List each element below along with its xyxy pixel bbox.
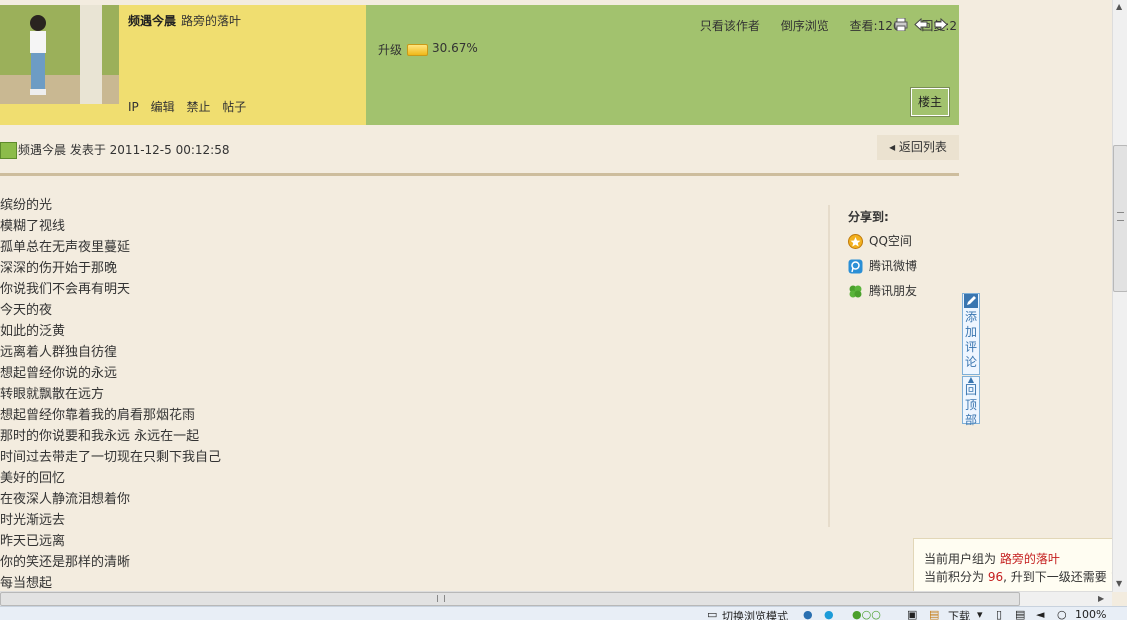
add-comment-button[interactable]: 添 加 评 论 (962, 293, 980, 375)
ban-link[interactable]: 禁止 (186, 100, 210, 114)
share-pengyou-label: 腾讯朋友 (869, 284, 918, 298)
download-icon[interactable]: ▤ (929, 608, 939, 620)
poem-line: 在夜深人静流泪想着你 (0, 492, 131, 507)
user-points-line: 当前积分为 96, 升到下一级还需要 1 (924, 568, 1115, 585)
back-to-top-char: 回 (964, 383, 977, 397)
poem-line: 想起曾经你靠着我的肩看那烟花雨 (0, 408, 196, 423)
poem-line: 缤纷的光 (0, 198, 53, 213)
share-qzone-link[interactable]: QQ空间 (848, 232, 912, 250)
poem-line: 如此的泛黄 (0, 324, 66, 339)
author-only-link[interactable]: 只看该作者 (700, 19, 760, 33)
add-comment-char: 添 (964, 310, 977, 324)
panel-icon[interactable]: ▤ (1015, 608, 1025, 620)
post-usergroup: 路旁的落叶 (181, 14, 242, 28)
poem-line: 时间过去带走了一切现在只剩下我自己 (0, 450, 222, 465)
chevron-down-icon[interactable]: ▾ (977, 608, 983, 620)
next-post-icon[interactable] (934, 17, 948, 32)
grip-icon (1117, 212, 1124, 221)
back-to-list-label: 返回列表 (898, 140, 947, 154)
zoom-icon[interactable]: ○ (1057, 608, 1067, 620)
user-group-prefix: 当前用户组为 (924, 552, 997, 566)
ie-icon[interactable]: ● (824, 608, 834, 620)
share-pengyou-link[interactable]: 腾讯朋友 (848, 282, 917, 300)
upgrade-label: 升级 (378, 43, 403, 57)
horizontal-scroll-thumb[interactable] (0, 592, 1020, 606)
back-to-list-button[interactable]: ◂ 返回列表 (877, 135, 959, 160)
admin-links: IP 编辑 禁止 帖子 (128, 98, 254, 115)
user-points-suffix: , 升到下一级还需要 1 (1003, 570, 1115, 584)
avatar-photo-icon (0, 5, 119, 104)
vertical-scrollbar[interactable]: ▲ ▼ (1112, 0, 1127, 592)
add-comment-char: 加 (964, 325, 977, 339)
poem-line: 时光渐远去 (0, 513, 66, 528)
add-comment-char: 评 (964, 340, 977, 354)
pencil-icon (963, 294, 979, 310)
posts-link[interactable]: 帖子 (222, 100, 246, 114)
poem-line: 那时的你说要和我永远 永远在一起 (0, 429, 200, 444)
globe-icon[interactable]: ● (803, 608, 813, 620)
poem-line: 转眼就飘散在远方 (0, 387, 105, 402)
author-icon (0, 142, 17, 159)
browser-status-bar: ▭ 切换浏览模式 ● ● ●○○ ▣ ▤ 下载 ▾ ▯ ▤ ◄ ○ 100% (0, 606, 1127, 620)
share-weibo-link[interactable]: 腾讯微博 (848, 257, 917, 275)
author-line: 频遇今晨 发表于 2011-12-5 00:12:58 (18, 141, 229, 158)
pengyou-icon (848, 284, 863, 299)
window-icon[interactable]: ▣ (907, 608, 917, 620)
poem-line: 想起曾经你说的永远 (0, 366, 118, 381)
user-points-prefix: 当前积分为 (924, 570, 985, 584)
post-body: 缤纷的光 模糊了视线 孤单总在无声夜里蔓延 深深的伤开始于那晚 你说我们不会再有… (0, 195, 800, 594)
toggle-icon[interactable]: ●○○ (852, 608, 881, 620)
sound-icon[interactable]: ◄ (1036, 608, 1044, 620)
grip-icon (437, 595, 445, 602)
share-weibo-label: 腾讯微博 (869, 259, 918, 273)
zoom-level[interactable]: 100% (1075, 608, 1106, 620)
poem-line: 昨天已远离 (0, 534, 66, 549)
poem-line: 远离着人群独自彷徨 (0, 345, 118, 360)
author-name[interactable]: 频遇今晨 (18, 143, 66, 157)
poem-line: 美好的回忆 (0, 471, 66, 486)
poem-line: 你说我们不会再有明天 (0, 282, 131, 297)
user-points-value: 96 (987, 570, 1004, 584)
view-mode-icon[interactable]: ▭ (707, 608, 717, 620)
add-comment-char: 论 (964, 355, 977, 369)
share-separator (828, 205, 830, 527)
avatar[interactable] (0, 5, 119, 104)
floor-badge: 楼主 (910, 87, 950, 117)
ip-link[interactable]: IP (128, 100, 139, 114)
upgrade-progress-bar (407, 44, 428, 56)
prev-post-icon[interactable] (914, 17, 928, 32)
scroll-down-icon[interactable]: ▼ (1116, 579, 1122, 588)
reverse-order-link[interactable]: 倒序浏览 (781, 19, 829, 33)
user-level-popup: 当前用户组为 路旁的落叶 当前积分为 96, 升到下一级还需要 1 (913, 538, 1115, 592)
switch-mode-label[interactable]: 切换浏览模式 (722, 608, 788, 620)
user-group-line: 当前用户组为 路旁的落叶 (924, 550, 1060, 567)
back-to-top-char: 部 (964, 413, 977, 427)
content-divider (0, 173, 959, 176)
views-count: 查看:126 (849, 19, 901, 33)
print-icon[interactable] (894, 17, 908, 32)
tencent-weibo-icon (848, 259, 863, 274)
post-username[interactable]: 频遇今晨 (128, 12, 176, 29)
download-label[interactable]: 下载 (948, 608, 970, 620)
poem-line: 孤单总在无声夜里蔓延 (0, 240, 131, 255)
scroll-right-icon[interactable]: ▶ (1098, 594, 1104, 603)
upgrade-percent: 30.67% (432, 41, 478, 55)
page-icon[interactable]: ▯ (996, 608, 1002, 620)
share-qzone-label: QQ空间 (869, 234, 912, 248)
poem-line: 深深的伤开始于那晚 (0, 261, 118, 276)
caret-left-icon: ◂ (889, 140, 896, 154)
scroll-up-icon[interactable]: ▲ (1116, 2, 1122, 11)
poem-line: 模糊了视线 (0, 219, 66, 234)
qzone-icon (848, 234, 863, 249)
vertical-scroll-thumb[interactable] (1113, 145, 1127, 292)
back-to-top-button[interactable]: ▲ 回 顶 部 (962, 376, 980, 427)
poem-line: 你的笑还是那样的清晰 (0, 555, 131, 570)
back-to-top-char: 顶 (964, 398, 977, 412)
share-title: 分享到: (848, 210, 889, 224)
user-group-value: 路旁的落叶 (999, 552, 1060, 566)
poem-line: 今天的夜 (0, 303, 53, 318)
post-time: 发表于 2011-12-5 00:12:58 (69, 143, 230, 157)
edit-link[interactable]: 编辑 (151, 100, 175, 114)
